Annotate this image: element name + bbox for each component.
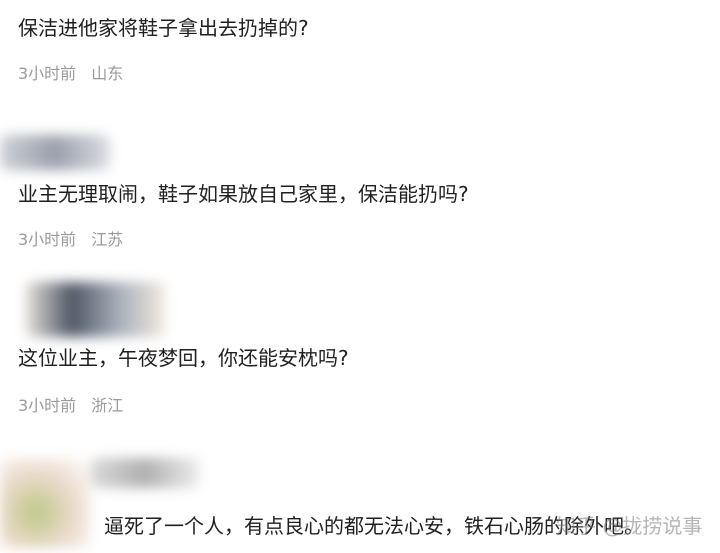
zhihu-watermark: 知乎 @拢捞说事 bbox=[556, 514, 703, 538]
comment-location: 浙江 bbox=[91, 396, 124, 415]
comment-location: 山东 bbox=[91, 64, 124, 83]
comment-time: 3小时前 bbox=[18, 396, 77, 415]
comment-location: 江苏 bbox=[91, 230, 124, 249]
comment-text: 业主无理取闹，鞋子如果放自己家里，保洁能扔吗? bbox=[18, 182, 469, 206]
comment-time: 3小时前 bbox=[18, 230, 77, 249]
comment-text: 保洁进他家将鞋子拿出去扔掉的? bbox=[18, 16, 309, 40]
blurred-avatar bbox=[0, 282, 190, 347]
comment-text: 这位业主，午夜梦回，你还能安枕吗? bbox=[18, 346, 349, 370]
comment-meta: 3小时前 山东 bbox=[18, 64, 123, 84]
comment-meta: 3小时前 浙江 bbox=[18, 396, 123, 416]
comment-meta: 3小时前 江苏 bbox=[18, 230, 123, 250]
comment-time: 3小时前 bbox=[18, 64, 77, 83]
blurred-avatar bbox=[0, 130, 120, 180]
